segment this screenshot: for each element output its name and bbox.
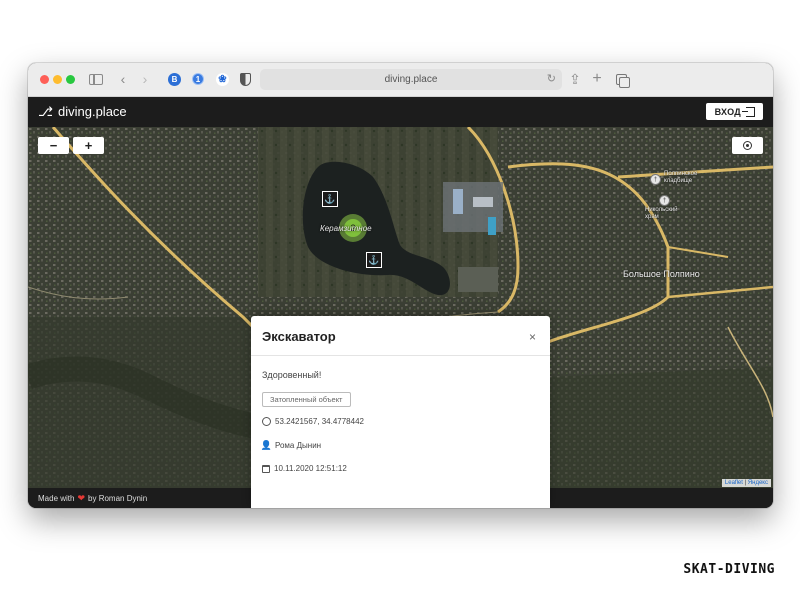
login-button[interactable]: ВХОД (705, 103, 763, 120)
lake-label: Керамзитное (320, 224, 372, 233)
watermark: SKAT-DIVING (683, 562, 775, 577)
cemetery-label: Полпинское кладбище (664, 171, 698, 184)
tab-overview-icon[interactable] (614, 70, 630, 88)
author-credit[interactable]: by Roman Dynin (88, 494, 147, 503)
dive-site-marker-icon[interactable]: ⚓ (366, 252, 382, 268)
zoom-out-button[interactable]: − (38, 137, 69, 154)
author-row: 👤 Рома Дынин (260, 440, 322, 450)
modal-divider (251, 355, 550, 356)
browser-window: ‹ › B 1 ❀ diving.place ↻ ⇪ + ⎇ diving.pl… (28, 63, 773, 508)
minimize-window-button[interactable] (53, 75, 62, 84)
coordinates-row: 53.2421567, 34.4778442 (262, 417, 364, 426)
town-label: Большое Полпино (623, 269, 700, 279)
address-bar[interactable]: diving.place ↻ (260, 69, 562, 90)
sidebar-toggle-icon[interactable] (88, 70, 104, 88)
coordinates-value: 53.2421567, 34.4778442 (275, 417, 364, 426)
zoom-in-button[interactable]: + (73, 137, 104, 154)
privacy-shield-icon[interactable] (238, 70, 252, 88)
back-arrow-icon[interactable]: ‹ (116, 70, 130, 88)
app-header: ⎇ diving.place ВХОД (28, 97, 773, 127)
compass-icon (262, 417, 271, 426)
reload-icon[interactable]: ↻ (547, 72, 556, 85)
church-poi-icon[interactable]: † (659, 195, 670, 206)
yandex-link[interactable]: Яндекс (748, 480, 768, 486)
browser-toolbar: ‹ › B 1 ❀ diving.place ↻ ⇪ + (28, 63, 773, 97)
map-attribution: Leaflet | Яндекс (721, 479, 771, 487)
date-row: 10.11.2020 12:51:12 (262, 464, 347, 473)
maximize-window-button[interactable] (66, 75, 75, 84)
share-icon[interactable]: ⇪ (568, 70, 582, 88)
extension-1password-icon[interactable]: 1 (192, 73, 204, 85)
calendar-icon (262, 464, 270, 473)
diver-logo-icon[interactable]: ⎇ (38, 105, 53, 119)
made-with-text: Made with (38, 494, 75, 503)
footer-credit: Made with ❤ by Roman Dynin (38, 493, 147, 504)
forward-arrow-icon[interactable]: › (138, 70, 152, 88)
church-label: Никольский храм (645, 207, 678, 220)
leaflet-link[interactable]: Leaflet (725, 480, 743, 486)
dive-site-modal: Экскаватор × Здоровенный! Затопленный об… (251, 316, 550, 508)
new-tab-icon[interactable]: + (590, 70, 604, 88)
category-tag[interactable]: Затопленный объект (262, 392, 351, 407)
extension-dropbox-icon[interactable]: ❀ (216, 73, 229, 86)
cemetery-poi-icon[interactable]: † (650, 174, 661, 185)
close-window-button[interactable] (40, 75, 49, 84)
login-icon (742, 106, 755, 117)
site-description: Здоровенный! (262, 370, 322, 380)
crosshair-icon (743, 141, 752, 150)
app-logo[interactable]: diving.place (58, 104, 127, 119)
login-label: ВХОД (714, 106, 741, 117)
heart-icon: ❤ (77, 493, 86, 503)
dive-site-marker-icon[interactable]: ⚓ (322, 191, 338, 207)
address-text: diving.place (384, 74, 438, 85)
date-value: 10.11.2020 12:51:12 (274, 464, 347, 473)
author-value: Рома Дынин (275, 441, 322, 450)
locate-me-button[interactable] (732, 137, 763, 154)
person-icon: 👤 (260, 440, 273, 450)
modal-title: Экскаватор (262, 329, 336, 344)
extension-b-icon[interactable]: B (168, 73, 181, 86)
close-icon[interactable]: × (529, 330, 536, 344)
